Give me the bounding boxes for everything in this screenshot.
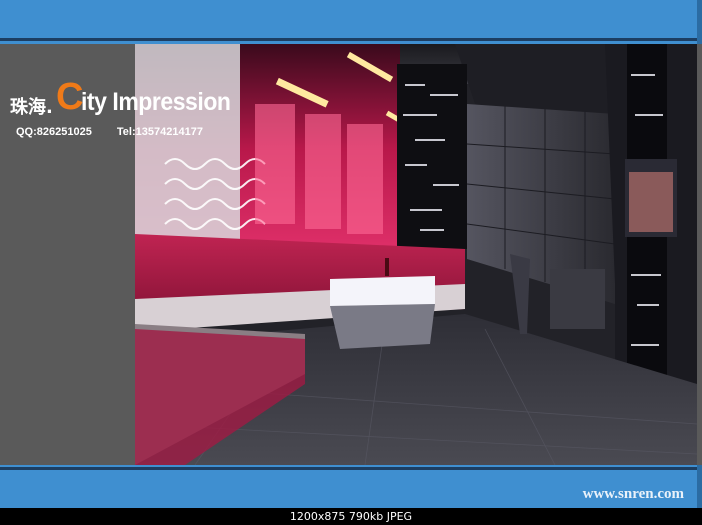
studio-brand-logo: 珠海. C ity Impression [10, 76, 250, 118]
qq-number: QQ:826251025 [16, 126, 92, 138]
image-status-bar: 1200x875 790kb JPEG [0, 508, 702, 525]
brand-name-text: ity Impression [81, 88, 231, 116]
website-watermark: www.snren.com [582, 486, 684, 502]
brand-chinese-text: 珠海. [10, 97, 53, 118]
image-info-text: 1200x875 790kb JPEG [289, 510, 413, 523]
telephone-number: Tel:13574214177 [116, 126, 203, 138]
frame-bottom-line [0, 467, 702, 470]
frame-top-line [0, 38, 702, 41]
contact-info: QQ:826251025 Tel:13574214177 [16, 126, 225, 138]
brand-initial-letter: C [56, 76, 84, 118]
